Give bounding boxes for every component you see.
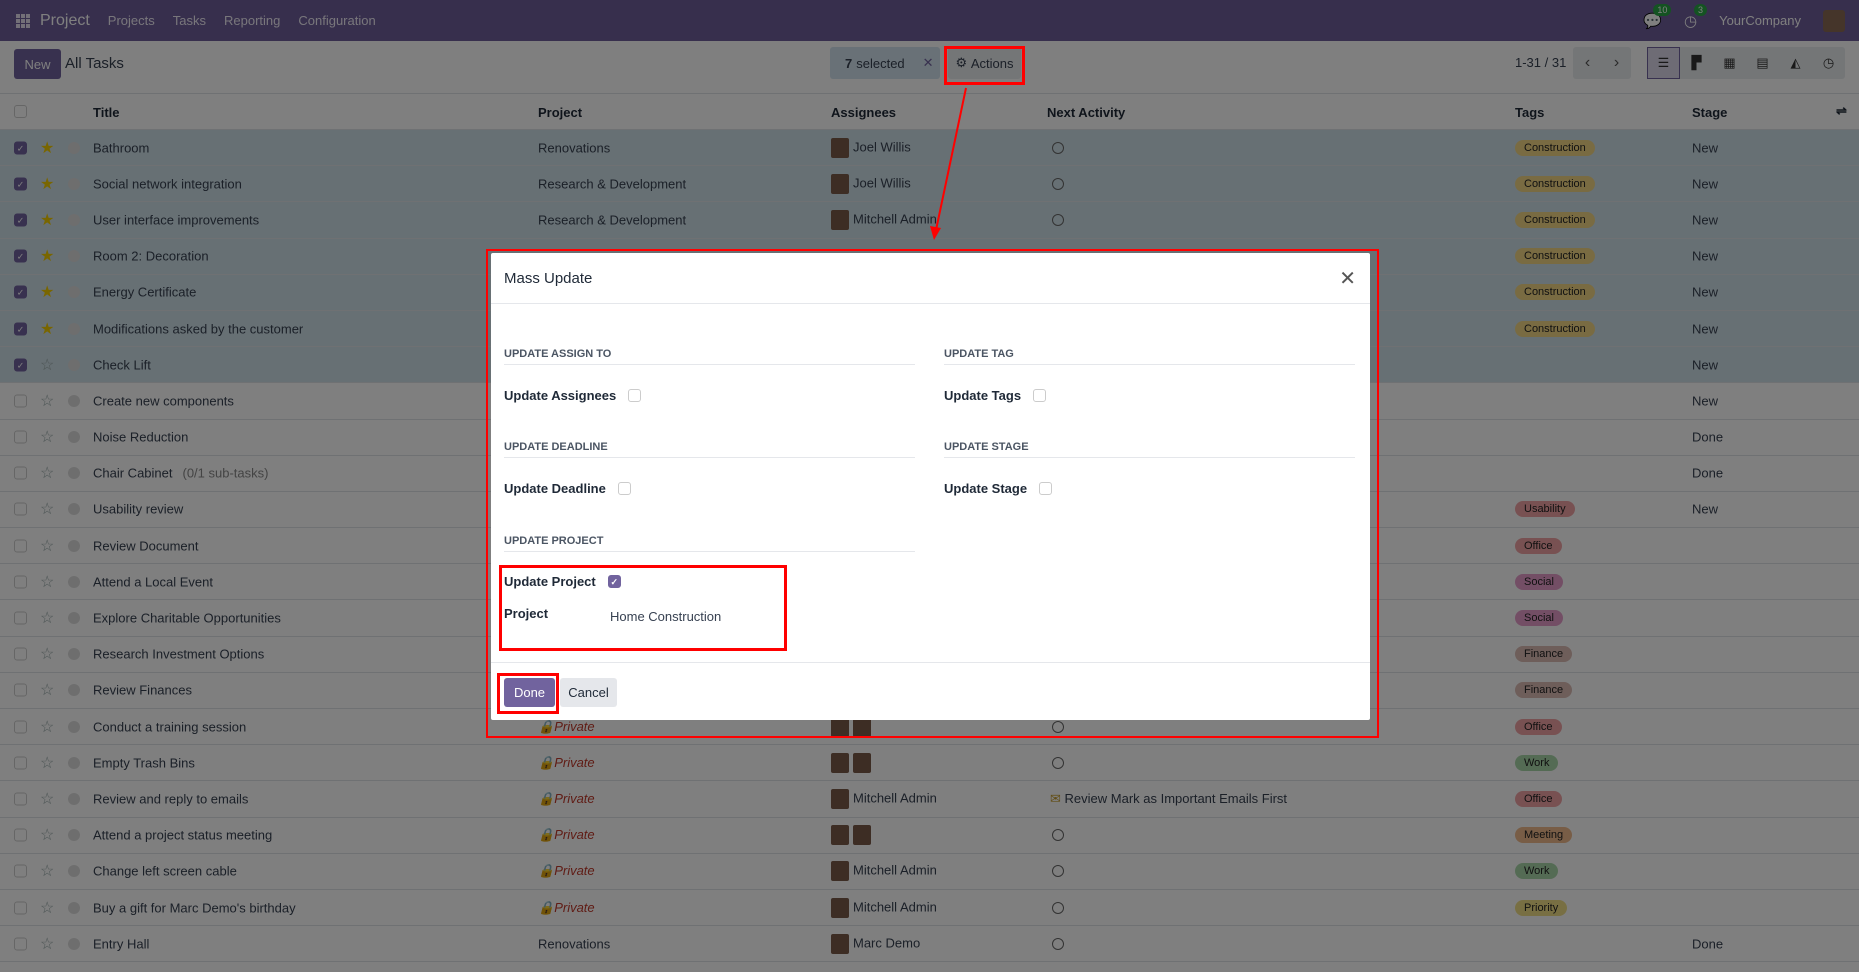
annotation-arrow [930, 87, 967, 240]
